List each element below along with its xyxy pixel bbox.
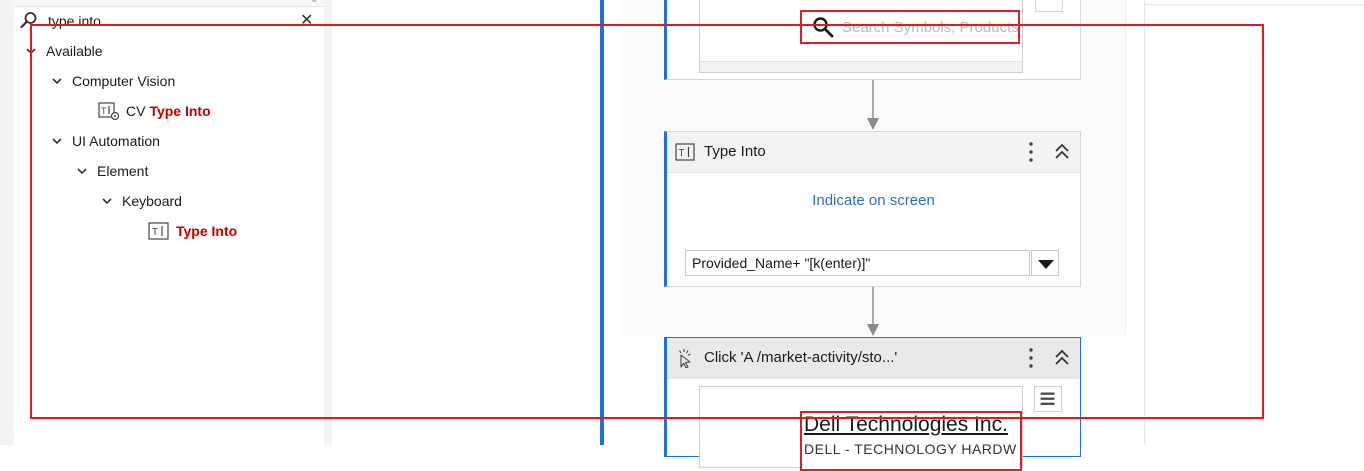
tree-item-label: Available — [46, 43, 103, 59]
screenshot-footer — [700, 61, 1022, 72]
chevron-down-icon[interactable]: ⌄ — [310, 0, 318, 5]
panel-splitter[interactable] — [324, 0, 332, 445]
card-header: Click 'A /market-activity/sto...' — [667, 338, 1080, 379]
target-selection-box: Search Symbols, Products — [800, 10, 1020, 44]
more-vertical-icon[interactable] — [1023, 346, 1039, 370]
chevron-down-icon[interactable] — [50, 134, 64, 148]
panel-top-bar — [14, 0, 324, 7]
activity-card-type-into[interactable]: T Type Into Indicate on screen Provided_… — [664, 131, 1081, 287]
card-title: Type Into — [704, 143, 766, 160]
type-into-icon: T — [675, 143, 695, 161]
tree-item-element[interactable]: Element — [75, 158, 148, 184]
tree-item-available[interactable]: Available — [24, 38, 103, 64]
tree-item-label: Element — [97, 163, 149, 179]
flow-arrow — [867, 80, 879, 130]
expression-dropdown-button[interactable] — [1031, 250, 1059, 276]
tree-item-label: Computer Vision — [72, 73, 176, 89]
svg-text:T: T — [679, 148, 685, 159]
collapse-up-icon[interactable] — [1053, 142, 1071, 162]
svg-text:T: T — [101, 106, 107, 116]
canvas-divider — [1144, 0, 1145, 445]
target-selection-box: Dell Technologies Inc. DELL - TECHNOLOGY… — [800, 411, 1022, 471]
tree-item-ui-automation[interactable]: UI Automation — [50, 128, 160, 154]
search-icon — [20, 12, 37, 29]
menu-button[interactable] — [1034, 386, 1062, 412]
sequence-rail — [600, 0, 604, 445]
text-expression-input[interactable]: Provided_Name+ "[k(enter)]" — [685, 250, 1030, 276]
chevron-down-icon[interactable] — [24, 44, 38, 58]
screenshot-preview: Dell Technologies Inc. DELL - TECHNOLOGY… — [699, 386, 1023, 471]
flow-arrow — [867, 287, 879, 336]
screenshot-preview: Search Symbols, Products — [699, 0, 1023, 73]
collapse-up-icon[interactable] — [1053, 348, 1071, 368]
screenshot-title: Dell Technologies Inc. — [804, 413, 1008, 436]
activity-card-previous[interactable]: Search Symbols, Products — [664, 0, 1081, 80]
tree-item-computer-vision[interactable]: Computer Vision — [50, 68, 175, 94]
activities-panel: ⌄ ✕ Available Computer Vision T CV Type … — [14, 0, 325, 445]
tree-item-keyboard[interactable]: Keyboard — [100, 188, 182, 214]
tree-item-type-into[interactable]: T Type Into — [148, 218, 237, 244]
click-icon — [679, 349, 691, 368]
indicate-on-screen-link[interactable]: Indicate on screen — [667, 192, 1080, 209]
svg-text:T: T — [152, 227, 158, 238]
type-into-icon: T — [148, 222, 169, 240]
caret-down-icon — [1038, 260, 1054, 269]
options-button[interactable] — [1035, 0, 1063, 12]
activity-search-input[interactable] — [48, 11, 288, 31]
search-placeholder: Search Symbols, Products — [842, 18, 1019, 36]
tree-item-label: Type Into — [149, 103, 211, 119]
activity-search-row: ✕ — [14, 8, 324, 34]
hamburger-icon — [1040, 392, 1055, 405]
tree-item-prefix: CV — [126, 103, 146, 119]
tree-item-label: UI Automation — [72, 133, 160, 149]
tree-item-label: Keyboard — [122, 193, 182, 209]
chevron-down-icon[interactable] — [50, 74, 64, 88]
canvas-divider-top — [1145, 4, 1364, 5]
tree-item-label: Type Into — [176, 223, 238, 239]
more-vertical-icon[interactable] — [1023, 140, 1039, 164]
tree-item-cv-type-into[interactable]: T CV Type Into — [98, 98, 211, 124]
left-edge-strip — [0, 0, 14, 445]
card-title: Click 'A /market-activity/sto...' — [704, 349, 898, 366]
search-icon — [813, 17, 834, 38]
activity-card-click[interactable]: Click 'A /market-activity/sto...' Dell T… — [664, 337, 1081, 471]
close-icon[interactable]: ✕ — [300, 10, 313, 30]
chevron-down-icon[interactable] — [100, 194, 114, 208]
screenshot-subtitle: DELL - TECHNOLOGY HARDW — [804, 441, 1017, 457]
chevron-down-icon[interactable] — [75, 164, 89, 178]
card-header: T Type Into — [667, 132, 1080, 173]
cv-type-into-icon: T — [98, 102, 120, 121]
